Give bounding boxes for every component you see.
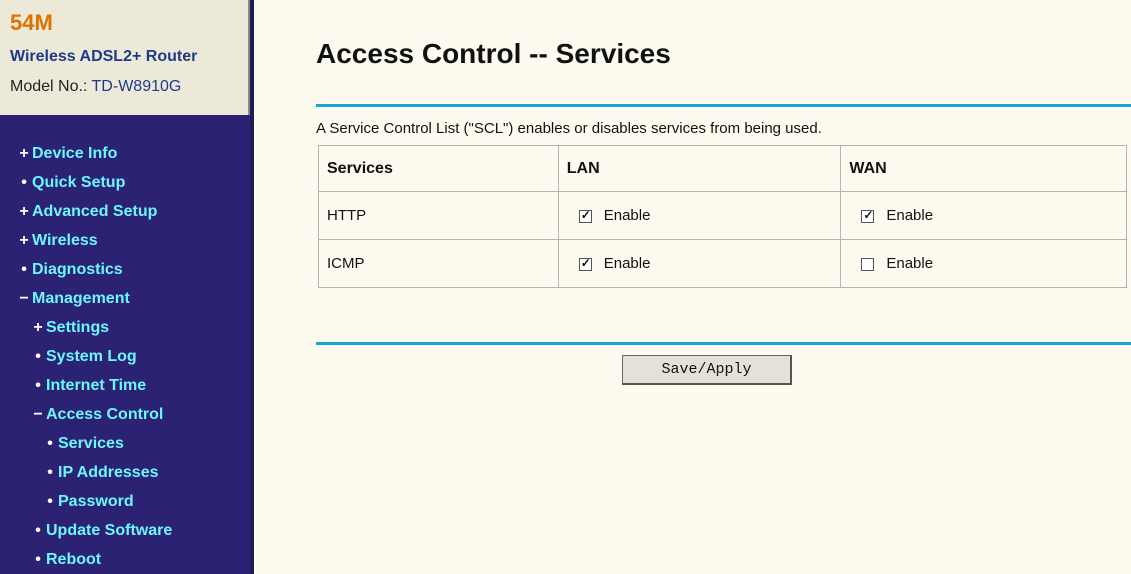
nav-item-label: IP Addresses <box>58 464 159 481</box>
lan-enable-label: Enable <box>603 255 651 272</box>
nav-item-internet-time[interactable]: • Internet Time <box>32 374 146 398</box>
checkmark-icon: ✓ <box>863 207 874 222</box>
wan-enable-checkbox[interactable]: ✓ <box>861 207 875 223</box>
collapse-icon: − <box>19 290 29 307</box>
page-title: Access Control -- Services <box>316 38 671 69</box>
expand-icon: + <box>19 145 29 162</box>
service-name: ICMP <box>318 239 559 288</box>
nav-item-device-info[interactable]: + Device Info <box>18 142 117 166</box>
main-content: Access Control -- Services A Service Con… <box>254 0 1131 574</box>
nav-item-label: Reboot <box>46 551 102 568</box>
nav-item-settings[interactable]: + Settings <box>32 316 109 340</box>
nav-item-label: Management <box>32 290 130 307</box>
nav-item-management[interactable]: − Management <box>18 287 130 311</box>
nav-item-label: Advanced Setup <box>32 203 158 220</box>
wan-enable-label: Enable <box>886 255 934 272</box>
table-header-row: Services LAN WAN <box>318 145 1127 192</box>
lan-enable-checkbox[interactable]: ✓ <box>578 207 592 223</box>
nav-item-advanced-setup[interactable]: + Advanced Setup <box>18 200 157 224</box>
lan-cell: ✓ Enable <box>557 239 842 288</box>
brand-panel: 54M Wireless ADSL2+ Router Model No.: TD… <box>0 0 250 115</box>
bullet-icon: • <box>21 174 27 191</box>
model-number: TD-W8910G <box>91 78 182 95</box>
bullet-icon: • <box>47 464 53 481</box>
nav-item-label: System Log <box>46 348 137 365</box>
bullet-icon: • <box>47 435 53 452</box>
bullet-icon: • <box>35 522 41 539</box>
nav-item-access-control[interactable]: − Access Control <box>32 403 163 427</box>
bullet-icon: • <box>35 348 41 365</box>
bullet-icon: • <box>35 377 41 394</box>
services-table: Services LAN WAN HTTP ✓ Enable ✓ Enable ICMP ✓… <box>318 145 1127 288</box>
nav-item-quick-setup[interactable]: • Quick Setup <box>18 171 125 195</box>
nav-item-label: Quick Setup <box>32 174 126 191</box>
brand-model: Model No.: TD-W8910G <box>10 78 181 96</box>
nav-item-label: Device Info <box>32 145 118 162</box>
bullet-icon: • <box>47 493 53 510</box>
nav-item-wireless[interactable]: + Wireless <box>18 229 98 253</box>
model-label: Model No.: <box>10 78 88 95</box>
expand-icon: + <box>19 232 29 249</box>
wan-enable-checkbox[interactable] <box>861 257 875 271</box>
lan-enable-checkbox[interactable]: ✓ <box>578 255 592 271</box>
nav-item-diagnostics[interactable]: • Diagnostics <box>18 258 123 282</box>
brand-speed: 54M <box>10 10 53 35</box>
header-services: Services <box>318 145 559 192</box>
header-lan: LAN <box>557 145 842 192</box>
nav-item-label: Services <box>58 435 124 452</box>
table-row: HTTP ✓ Enable ✓ Enable <box>318 191 1127 240</box>
checkmark-icon: ✓ <box>580 255 591 270</box>
collapse-icon: − <box>33 406 43 423</box>
nav-item-system-log[interactable]: • System Log <box>32 345 137 369</box>
nav-item-label: Wireless <box>32 232 98 249</box>
brand-product: Wireless ADSL2+ Router <box>10 48 198 65</box>
expand-icon: + <box>33 319 43 336</box>
nav-item-label: Settings <box>46 319 110 336</box>
service-name: HTTP <box>318 191 559 240</box>
save-apply-button[interactable]: Save/Apply <box>622 355 792 385</box>
divider-top <box>316 104 1131 107</box>
nav-item-update-software[interactable]: • Update Software <box>32 519 172 543</box>
bullet-icon: • <box>35 551 41 568</box>
header-wan: WAN <box>840 145 1127 192</box>
checkmark-icon: ✓ <box>580 207 591 222</box>
wan-cell: Enable <box>840 239 1127 288</box>
divider-bottom <box>316 342 1131 345</box>
page-description: A Service Control List ("SCL") enables o… <box>316 120 822 137</box>
wan-cell: ✓ Enable <box>840 191 1127 240</box>
nav-item-label: Internet Time <box>46 377 147 394</box>
lan-enable-label: Enable <box>603 207 651 224</box>
table-row: ICMP ✓ Enable Enable <box>318 239 1127 288</box>
nav-item-label: Access Control <box>46 406 164 423</box>
sidebar: 54M Wireless ADSL2+ Router Model No.: TD… <box>0 0 250 574</box>
nav-item-label: Password <box>58 493 134 510</box>
lan-cell: ✓ Enable <box>557 191 842 240</box>
nav-item-password[interactable]: • Password <box>44 490 134 514</box>
wan-enable-label: Enable <box>886 207 934 224</box>
nav-item-reboot[interactable]: • Reboot <box>32 548 101 572</box>
expand-icon: + <box>19 203 29 220</box>
nav-item-services[interactable]: • Services <box>44 432 124 456</box>
nav-item-label: Update Software <box>46 522 173 539</box>
nav-item-ip-addresses[interactable]: • IP Addresses <box>44 461 159 485</box>
nav-item-label: Diagnostics <box>32 261 123 278</box>
bullet-icon: • <box>21 261 27 278</box>
